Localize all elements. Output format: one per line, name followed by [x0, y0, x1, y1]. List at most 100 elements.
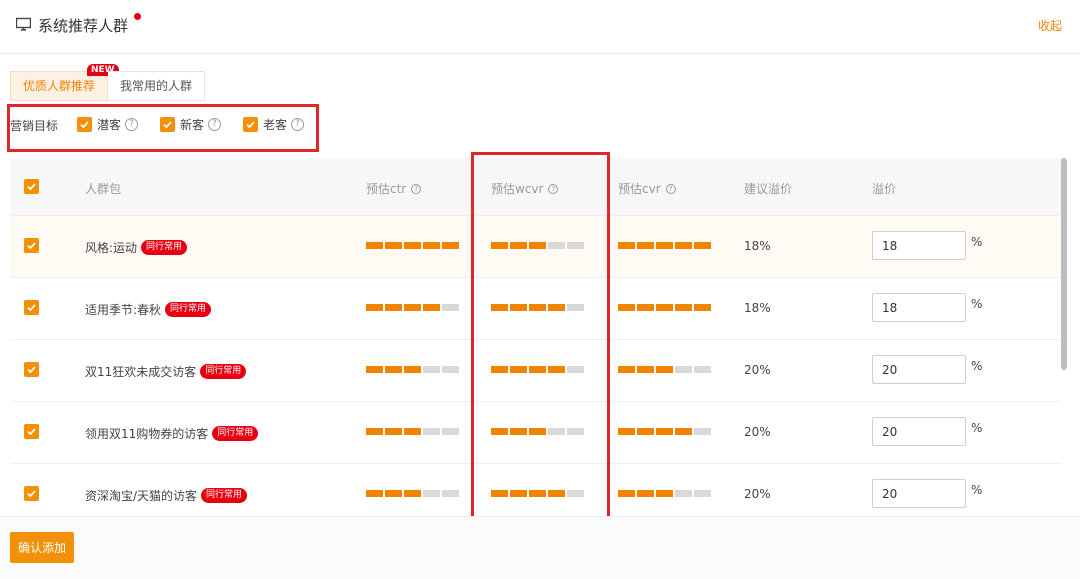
percent-unit: %: [971, 297, 983, 311]
premium-input[interactable]: [872, 479, 966, 508]
rating-segment: [423, 428, 440, 435]
option-label: 新客: [180, 118, 205, 132]
rating-segment: [404, 242, 421, 249]
suggested-premium: 18%: [744, 239, 771, 253]
suggested-premium: 20%: [744, 363, 771, 377]
help-icon[interactable]: ?: [291, 118, 305, 131]
rating-segment: [618, 304, 635, 311]
peer-common-tag: 同行常用: [165, 302, 212, 317]
rating-segment: [423, 242, 440, 249]
help-icon[interactable]: ?: [665, 183, 676, 194]
rating-segment: [656, 428, 673, 435]
rating-segment: [694, 366, 711, 373]
scrollbar[interactable]: [1061, 158, 1067, 370]
ctr-rating-bar: [366, 428, 461, 435]
col-package: 人群包: [85, 180, 121, 197]
help-icon[interactable]: ?: [411, 183, 422, 194]
tab-frequent[interactable]: 我常用的人群: [108, 71, 206, 101]
rating-segment: [656, 304, 673, 311]
rating-segment: [656, 242, 673, 249]
cvr-rating-bar: [618, 428, 713, 435]
package-label: 资深淘宝/天猫的访客: [85, 489, 198, 503]
ctr-rating-bar: [366, 304, 461, 311]
rating-segment: [694, 304, 711, 311]
checkbox[interactable]: [77, 117, 92, 132]
crowd-package-name: 资深淘宝/天猫的访客 同行常用: [85, 487, 248, 504]
rating-segment: [656, 490, 673, 497]
select-all-checkbox[interactable]: [24, 179, 39, 194]
premium-input[interactable]: [872, 417, 966, 446]
tab-recommended[interactable]: 优质人群推荐 NEW: [10, 64, 119, 101]
checkbox[interactable]: [243, 117, 258, 132]
suggested-premium: 20%: [744, 487, 771, 501]
col-label: 预估cvr: [618, 182, 661, 196]
checkbox[interactable]: [160, 117, 175, 132]
rating-segment: [385, 304, 402, 311]
peer-common-tag: 同行常用: [201, 488, 248, 503]
percent-unit: %: [971, 421, 983, 435]
row-checkbox[interactable]: [24, 300, 39, 315]
peer-common-tag: 同行常用: [200, 364, 247, 379]
rating-segment: [442, 242, 459, 249]
percent-unit: %: [971, 359, 983, 373]
premium-input[interactable]: [872, 293, 966, 322]
col-premium: 溢价: [872, 180, 896, 197]
rating-segment: [618, 242, 635, 249]
rating-segment: [423, 304, 440, 311]
monitor-icon: [16, 17, 31, 31]
package-label: 双11狂欢未成交访客: [85, 365, 197, 379]
col-ctr: 预估ctr?: [366, 180, 422, 197]
check-icon: [27, 304, 36, 312]
rating-segment: [385, 366, 402, 373]
rating-segment: [694, 242, 711, 249]
rating-segment: [442, 304, 459, 311]
option-label: 潜客: [97, 118, 122, 132]
col-label: 建议溢价: [744, 182, 793, 196]
rating-segment: [385, 490, 402, 497]
marketing-target-label: 营销目标: [10, 119, 59, 133]
row-checkbox[interactable]: [24, 362, 39, 377]
crowd-package-name: 领用双11购物券的访客 同行常用: [85, 425, 259, 442]
option-new[interactable]: 新客 ?: [160, 116, 222, 133]
check-icon: [163, 121, 172, 129]
tab-label: 优质人群推荐: [23, 79, 96, 93]
rating-segment: [637, 366, 654, 373]
rating-segment: [637, 490, 654, 497]
check-icon: [80, 121, 89, 129]
notification-dot: [134, 13, 141, 20]
panel-header: 系统推荐人群 收起: [0, 0, 1080, 54]
row-checkbox[interactable]: [24, 486, 39, 501]
cvr-rating-bar: [618, 304, 713, 311]
premium-input[interactable]: [872, 355, 966, 384]
help-icon[interactable]: ?: [208, 118, 222, 131]
package-label: 风格:运动: [85, 241, 138, 255]
collapse-link[interactable]: 收起: [1038, 17, 1062, 34]
rating-segment: [618, 366, 635, 373]
crowd-package-name: 适用季节:春秋 同行常用: [85, 301, 212, 318]
option-potential[interactable]: 潜客 ?: [77, 116, 139, 133]
row-checkbox[interactable]: [24, 238, 39, 253]
rating-segment: [366, 428, 383, 435]
rating-segment: [404, 428, 421, 435]
ctr-rating-bar: [366, 242, 461, 249]
rating-segment: [385, 242, 402, 249]
confirm-add-button[interactable]: 确认添加: [10, 532, 74, 563]
rating-segment: [385, 428, 402, 435]
col-suggested: 建议溢价: [744, 180, 792, 197]
package-label: 领用双11购物券的访客: [85, 427, 209, 441]
rating-segment: [675, 366, 692, 373]
option-old[interactable]: 老客 ?: [243, 116, 305, 133]
check-icon: [246, 121, 255, 129]
rating-segment: [637, 428, 654, 435]
rating-segment: [366, 366, 383, 373]
row-checkbox[interactable]: [24, 424, 39, 439]
rating-segment: [675, 304, 692, 311]
rating-segment: [656, 366, 673, 373]
help-icon[interactable]: ?: [125, 118, 139, 131]
check-icon: [27, 428, 36, 436]
percent-unit: %: [971, 235, 983, 249]
page-title: 系统推荐人群: [38, 17, 129, 35]
premium-input[interactable]: [872, 231, 966, 260]
footer: 确认添加: [0, 516, 1080, 579]
peer-common-tag: 同行常用: [212, 426, 259, 441]
